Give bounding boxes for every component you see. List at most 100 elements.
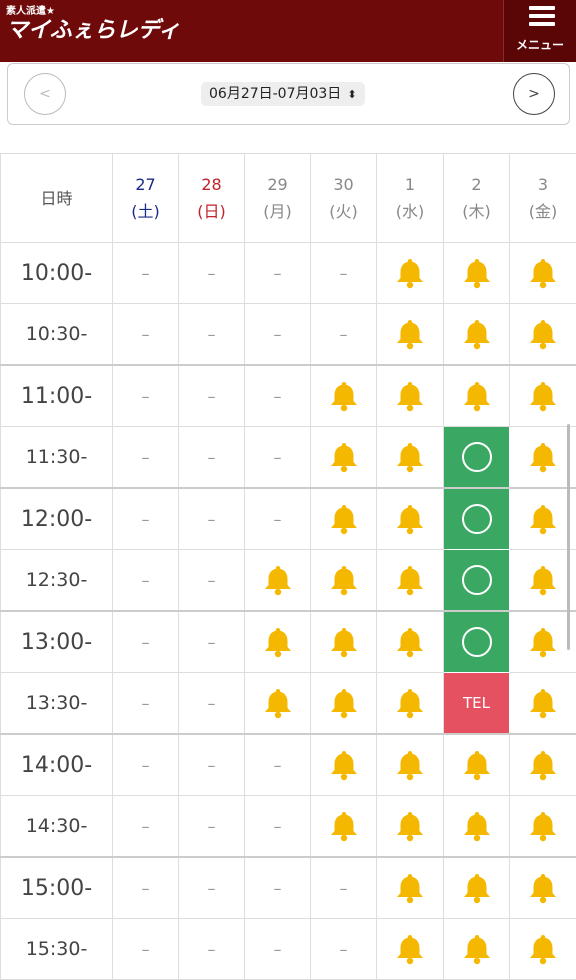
notify-slot[interactable] — [510, 734, 576, 796]
notify-slot[interactable] — [510, 673, 576, 735]
time-label: 15:00- — [1, 857, 113, 919]
notify-slot[interactable] — [377, 365, 444, 427]
notify-slot[interactable] — [377, 243, 444, 304]
notify-slot[interactable] — [377, 611, 444, 673]
unavailable-slot: – — [179, 488, 245, 550]
bell-icon — [444, 749, 509, 781]
notify-slot[interactable] — [444, 919, 510, 980]
site-logo[interactable]: 素人派遣★ マイふぇらレディ — [6, 6, 180, 44]
notify-slot[interactable] — [444, 304, 510, 366]
notify-slot[interactable] — [377, 488, 444, 550]
notify-slot[interactable] — [510, 796, 576, 858]
day-weekday: (金) — [510, 198, 576, 225]
up-down-chevron-icon: ⬍ — [347, 88, 356, 101]
day-date: 28 — [179, 171, 244, 198]
unavailable-slot: – — [113, 919, 179, 980]
notify-slot[interactable] — [245, 550, 311, 612]
bell-icon — [311, 564, 376, 596]
unavailable-slot: – — [311, 857, 377, 919]
notify-slot[interactable] — [311, 673, 377, 735]
day-weekday: (木) — [444, 198, 509, 225]
time-slot-row: 15:00-–––– — [1, 857, 576, 919]
notify-slot[interactable] — [444, 243, 510, 304]
schedule-header-row: 日時 27(土)28(日)29(月)30(火)1(水)2(木)3(金) — [1, 154, 576, 243]
notify-slot[interactable] — [377, 796, 444, 858]
bell-icon — [377, 318, 443, 350]
unavailable-slot: – — [113, 857, 179, 919]
day-date: 1 — [377, 171, 443, 198]
week-navigation: < 06月27日-07月03日⬍ > — [7, 63, 570, 125]
time-slot-row: 11:00-––– — [1, 365, 576, 427]
day-header-1: 1(水) — [377, 154, 444, 243]
notify-slot[interactable] — [377, 857, 444, 919]
bell-icon — [377, 687, 443, 719]
notify-slot[interactable] — [311, 611, 377, 673]
hamburger-icon — [529, 6, 555, 30]
bell-icon — [311, 441, 376, 473]
notify-slot[interactable] — [510, 919, 576, 980]
notify-slot[interactable] — [510, 243, 576, 304]
notify-slot[interactable] — [377, 427, 444, 489]
unavailable-slot: – — [179, 857, 245, 919]
notify-slot[interactable] — [377, 304, 444, 366]
notify-slot[interactable] — [245, 673, 311, 735]
menu-button[interactable]: メニュー — [503, 0, 576, 62]
notify-slot[interactable] — [510, 857, 576, 919]
available-slot[interactable] — [444, 611, 510, 673]
notify-slot[interactable] — [377, 734, 444, 796]
notify-slot[interactable] — [444, 796, 510, 858]
unavailable-slot: – — [113, 611, 179, 673]
bell-icon — [444, 933, 509, 965]
bell-icon — [444, 810, 509, 842]
bell-icon — [377, 564, 443, 596]
day-date: 3 — [510, 171, 576, 198]
day-header-3: 3(金) — [510, 154, 576, 243]
notify-slot[interactable] — [311, 550, 377, 612]
notify-slot[interactable] — [311, 427, 377, 489]
available-slot[interactable] — [444, 427, 510, 489]
unavailable-slot: – — [179, 919, 245, 980]
day-date: 30 — [311, 171, 376, 198]
unavailable-slot: – — [113, 796, 179, 858]
unavailable-slot: – — [179, 611, 245, 673]
unavailable-slot: – — [113, 488, 179, 550]
bell-icon — [311, 503, 376, 535]
day-date: 27 — [113, 171, 178, 198]
previous-week-button[interactable]: < — [24, 73, 66, 115]
notify-slot[interactable] — [444, 734, 510, 796]
unavailable-slot: – — [245, 857, 311, 919]
notify-slot[interactable] — [245, 611, 311, 673]
time-slot-row: 10:00-–––– — [1, 243, 576, 304]
bell-icon — [377, 441, 443, 473]
unavailable-slot: – — [245, 427, 311, 489]
bell-icon — [377, 872, 443, 904]
notify-slot[interactable] — [311, 734, 377, 796]
notify-slot[interactable] — [510, 365, 576, 427]
notify-slot[interactable] — [377, 673, 444, 735]
next-week-button[interactable]: > — [513, 73, 555, 115]
bell-icon — [444, 257, 509, 289]
tel-slot[interactable]: TEL — [444, 673, 510, 735]
time-label: 12:00- — [1, 488, 113, 550]
logo-title: マイふぇらレディ — [6, 18, 180, 44]
day-header-28: 28(日) — [179, 154, 245, 243]
notify-slot[interactable] — [444, 857, 510, 919]
notify-slot[interactable] — [377, 550, 444, 612]
bell-icon — [311, 687, 376, 719]
available-slot[interactable] — [444, 550, 510, 612]
notify-slot[interactable] — [311, 488, 377, 550]
notify-slot[interactable] — [311, 796, 377, 858]
available-slot[interactable] — [444, 488, 510, 550]
vertical-scrollbar[interactable] — [567, 424, 570, 650]
notify-slot[interactable] — [444, 365, 510, 427]
unavailable-slot: – — [179, 427, 245, 489]
notify-slot[interactable] — [377, 919, 444, 980]
notify-slot[interactable] — [311, 365, 377, 427]
unavailable-slot: – — [113, 734, 179, 796]
bell-icon — [377, 380, 443, 412]
bell-icon — [510, 749, 576, 781]
bell-icon — [510, 318, 576, 350]
week-range-select[interactable]: 06月27日-07月03日⬍ — [201, 82, 365, 106]
site-header: 素人派遣★ マイふぇらレディ メニュー — [0, 0, 576, 62]
notify-slot[interactable] — [510, 304, 576, 366]
